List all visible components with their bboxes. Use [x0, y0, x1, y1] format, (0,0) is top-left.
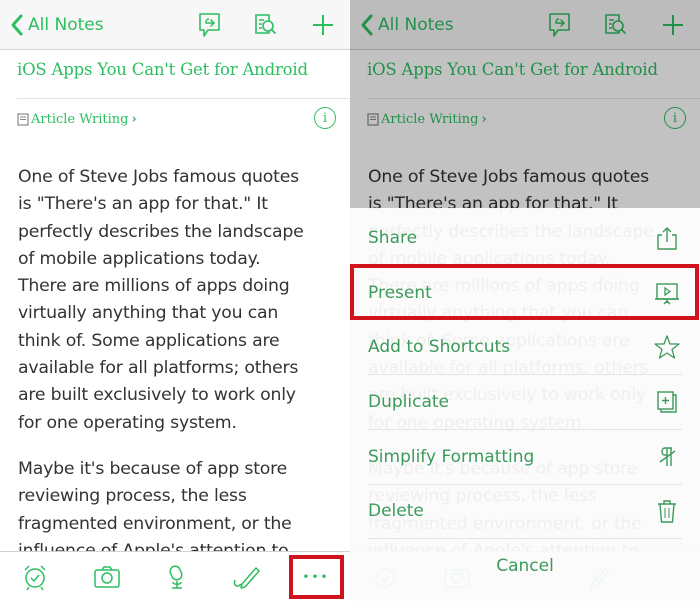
simplify-formatting-action[interactable]: Simplify Formatting: [368, 430, 682, 484]
chevron-left-icon: [11, 14, 23, 36]
add-to-shortcuts-action[interactable]: Add to Shortcuts: [368, 320, 682, 374]
back-label: All Notes: [28, 15, 104, 35]
share-label: Share: [368, 228, 418, 248]
text-line: think of. Some applications are: [18, 330, 280, 351]
text-line: is "There's an app for that." It: [18, 194, 268, 215]
notebook-link[interactable]: Article Writing ›: [17, 108, 137, 130]
info-button[interactable]: i: [314, 107, 336, 129]
text-line: There are millions of apps doing: [18, 276, 290, 297]
note-view-panel: All Notes iOS Apps You Can't Get for And…: [0, 0, 350, 601]
share-chat-icon[interactable]: [197, 11, 223, 39]
cancel-button[interactable]: Cancel: [350, 546, 700, 586]
audio-microphone-icon[interactable]: [162, 562, 192, 592]
more-options-icon[interactable]: •••: [298, 562, 334, 592]
text-line: Maybe it's because of app store: [18, 458, 288, 479]
note-body[interactable]: One of Steve Jobs famous quotes is "Ther…: [18, 164, 338, 584]
navigation-bar: All Notes: [0, 0, 350, 50]
text-line: are built exclusively to work only: [18, 385, 296, 406]
title-divider: [17, 98, 350, 99]
search-note-icon[interactable]: [252, 11, 278, 39]
note-title[interactable]: iOS Apps You Can't Get for Android: [17, 60, 308, 79]
duplicate-icon: [657, 391, 677, 413]
clear-formatting-icon: [659, 447, 676, 466]
present-label: Present: [368, 283, 432, 303]
text-line: perfectly describes the landscape: [18, 221, 304, 242]
duplicate-action[interactable]: Duplicate: [368, 375, 682, 429]
delete-action[interactable]: Delete: [368, 484, 682, 538]
text-line: virtually anything that you can: [18, 303, 279, 324]
back-to-all-notes-button[interactable]: All Notes: [8, 10, 104, 40]
text-line: of mobile applications today.: [18, 248, 261, 269]
simplify-formatting-label: Simplify Formatting: [368, 447, 535, 467]
paragraph-2: Maybe it's because of app store reviewin…: [18, 456, 338, 565]
duplicate-label: Duplicate: [368, 392, 449, 412]
separator: [368, 538, 682, 539]
share-upload-icon: [657, 227, 677, 250]
plus-icon[interactable]: [310, 11, 336, 39]
present-action[interactable]: Present: [368, 266, 682, 320]
handwriting-pen-icon[interactable]: [232, 562, 262, 592]
add-to-shortcuts-label: Add to Shortcuts: [368, 337, 511, 357]
trash-icon: [658, 500, 676, 523]
text-line: available for all platforms; others: [18, 358, 299, 379]
text-line: reviewing process, the less: [18, 486, 247, 507]
action-sheet: Share Present Add to Shortcuts Duplicate…: [350, 208, 700, 601]
star-icon: [654, 335, 680, 359]
info-icon: i: [322, 110, 328, 126]
text-line: fragmented environment, or the: [18, 513, 292, 534]
reminder-alarm-icon[interactable]: [20, 562, 50, 592]
delete-label: Delete: [368, 501, 424, 521]
action-sheet-panel: All Notes iOS Apps You Can't Get for And…: [350, 0, 700, 601]
paragraph-1: One of Steve Jobs famous quotes is "Ther…: [18, 164, 338, 437]
camera-icon[interactable]: [92, 562, 122, 592]
notebook-icon: [17, 112, 29, 126]
text-line: One of Steve Jobs famous quotes: [18, 167, 299, 187]
bottom-toolbar: •••: [0, 551, 350, 601]
chevron-right-icon: ›: [131, 111, 137, 127]
presentation-screen-icon: [655, 283, 679, 305]
text-line: for one operating system.: [18, 412, 237, 433]
share-action[interactable]: Share: [368, 211, 682, 265]
notebook-name: Article Writing: [31, 111, 129, 127]
